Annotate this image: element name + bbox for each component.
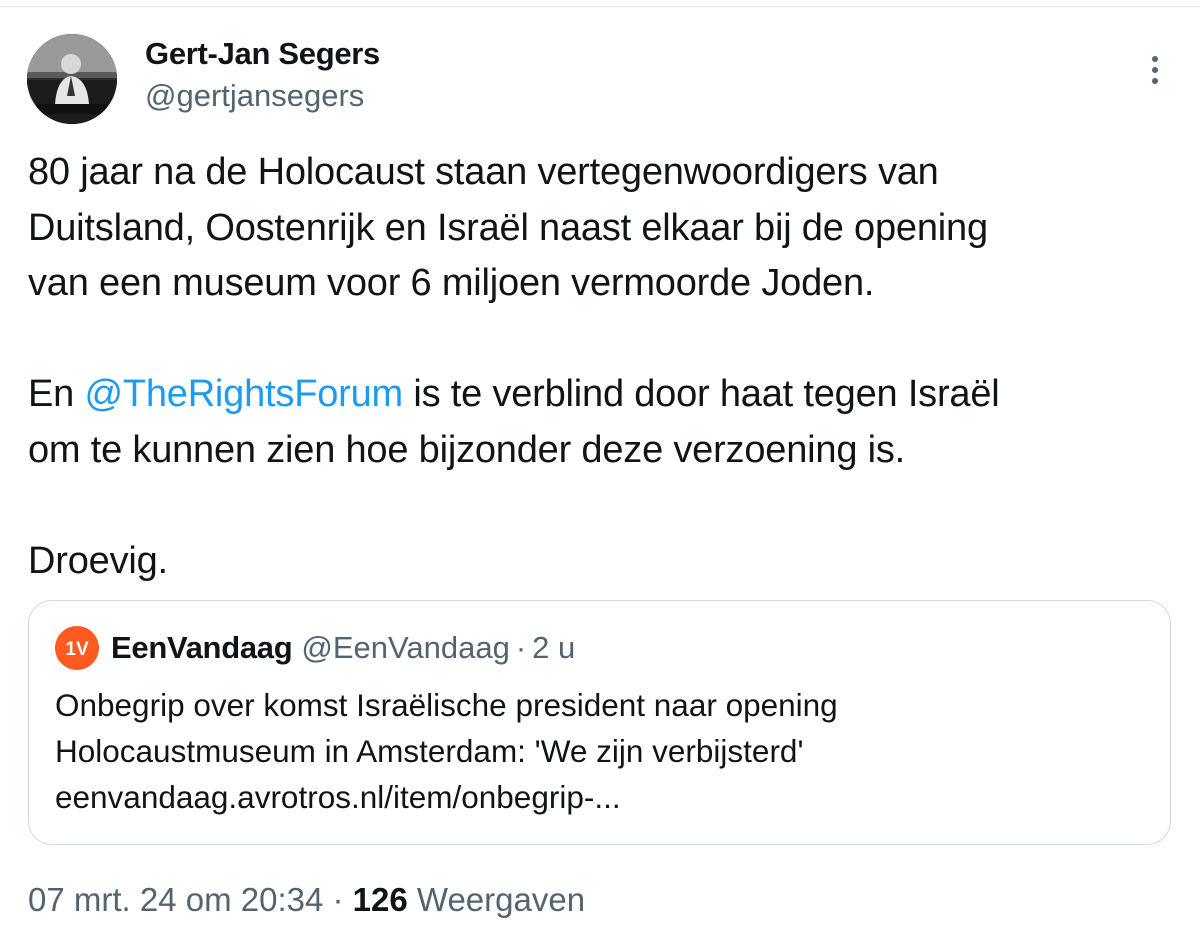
tweet-line: Droevig. [28, 539, 168, 582]
separator-dot: · [515, 630, 527, 665]
tweet-text-segment: En [28, 373, 85, 415]
quote-line: Onbegrip over komst Israëlische presiden… [55, 687, 838, 723]
more-options-vertical-dots-icon [1152, 56, 1158, 84]
quote-logo-text: 1V [65, 639, 89, 660]
quoted-author-name: EenVandaag [111, 630, 293, 665]
quote-line: Holocaustmuseum in Amsterdam: 'We zijn v… [55, 733, 804, 769]
quoted-tweet-card[interactable]: 1V EenVandaag @EenVandaag · 2 u Onbegrip… [28, 600, 1171, 845]
eenvandaag-logo-icon: 1V [55, 626, 99, 670]
tweet-text: 80 jaar na de Holocaust staan vertegenwo… [28, 145, 1178, 589]
more-options-button[interactable] [1135, 50, 1175, 90]
quote-line: eenvandaag.avrotros.nl/item/onbegrip-... [55, 779, 621, 815]
meta-separator: · [323, 881, 353, 918]
tweet-line: 80 jaar na de Holocaust staan vertegenwo… [28, 151, 939, 193]
tweet-line: En @TheRightsForum is te verblind door h… [28, 367, 1178, 423]
profile-photo-icon [27, 34, 117, 124]
tweet-meta: 07 mrt. 24 om 20:34 · 126 Weergaven [28, 878, 585, 922]
tweet-line: van een museum voor 6 miljoen vermoorde … [28, 262, 875, 304]
quoted-author-handle: @EenVandaag [301, 630, 510, 665]
top-divider [0, 0, 1200, 7]
author-name[interactable]: Gert-Jan Segers [145, 34, 380, 74]
tweet-line: Duitsland, Oostenrijk en Israël naast el… [28, 206, 988, 249]
mention-link[interactable]: @TheRightsForum [84, 373, 403, 415]
quoted-tweet-text: Onbegrip over komst Israëlische presiden… [55, 682, 1145, 820]
tweet-datetime[interactable]: 07 mrt. 24 om 20:34 [28, 881, 323, 918]
views-count: 126 [352, 881, 408, 918]
quoted-tweet-header: 1V EenVandaag @EenVandaag · 2 u [55, 626, 575, 670]
tweet-text-segment: is te verblind door haat tegen Israël [403, 373, 1000, 415]
tweet-line: om te kunnen zien hoe bijzonder deze ver… [28, 428, 906, 471]
views-label: Weergaven [407, 881, 586, 918]
avatar[interactable] [27, 34, 117, 124]
quoted-timestamp[interactable]: 2 u [532, 630, 575, 666]
author-handle[interactable]: @gertjansegers [145, 76, 364, 116]
